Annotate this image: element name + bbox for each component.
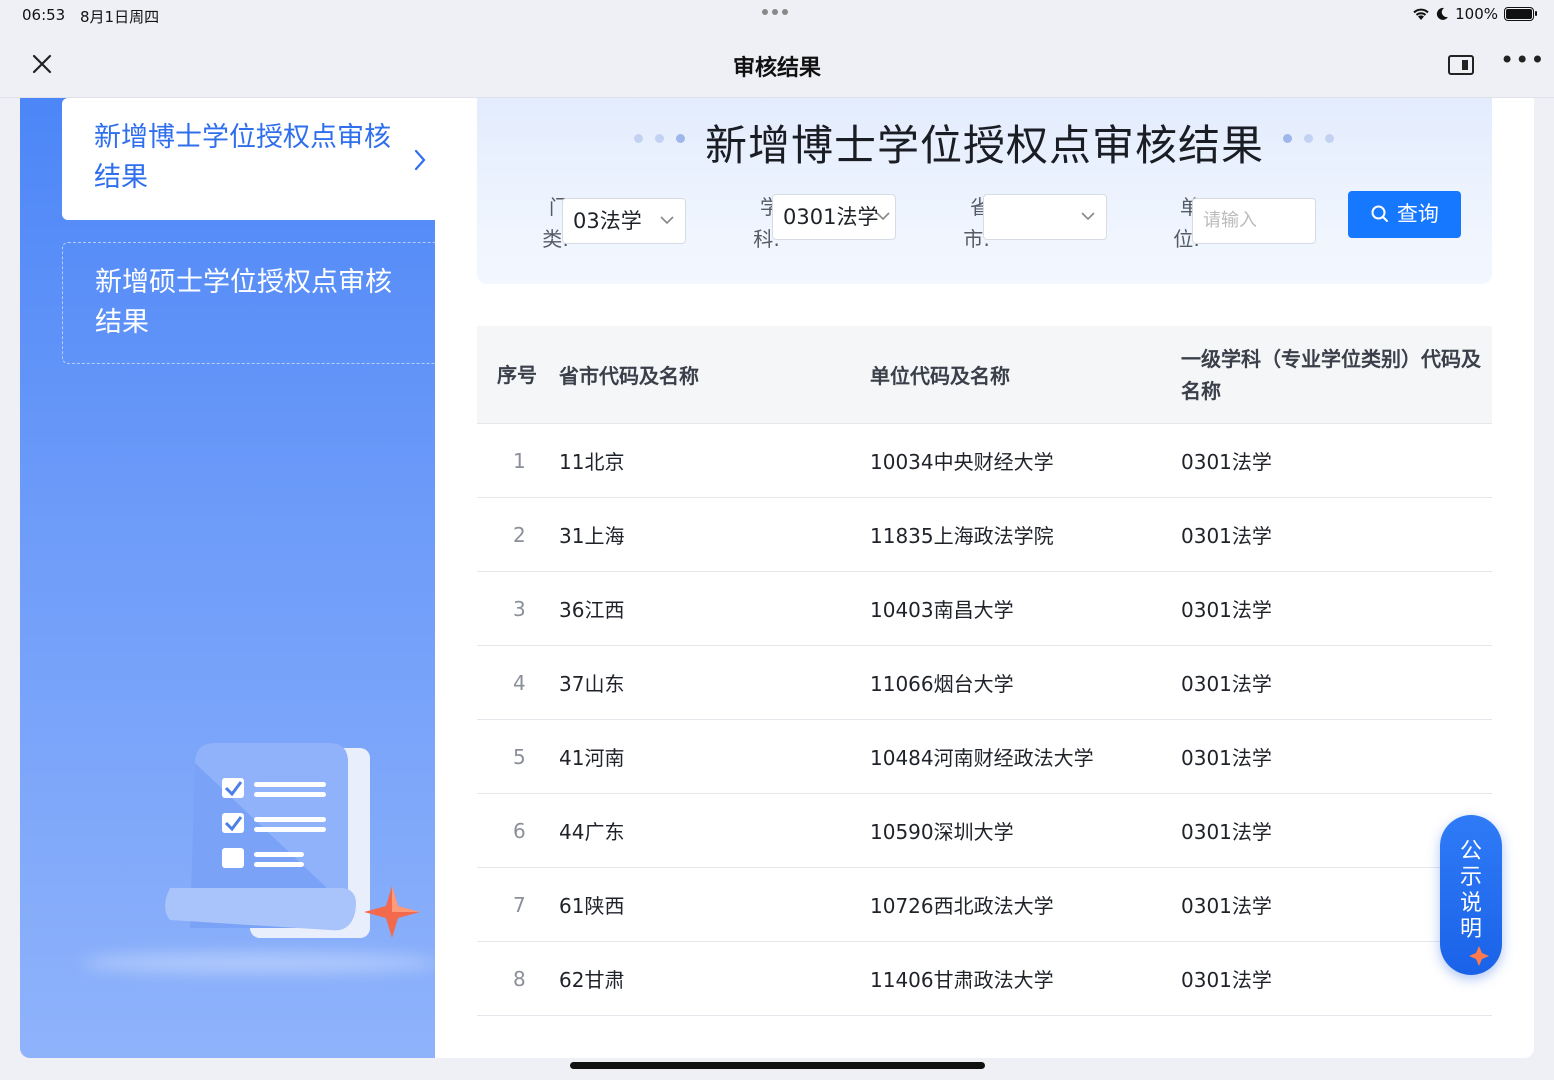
- battery-icon: [1504, 7, 1537, 21]
- title-dots-right: [1283, 134, 1334, 143]
- chevron-down-icon: [1080, 195, 1096, 256]
- province-select[interactable]: [983, 194, 1107, 240]
- header-no: 序号: [497, 362, 537, 387]
- content-area: 新增博士学位授权点审核结果 门 类: 03法学 学 科: 0301法学 省 市:…: [435, 98, 1534, 1058]
- chevron-down-icon: [875, 195, 891, 256]
- table-row: 5 41河南 10484河南财经政法大学 0301法学: [477, 720, 1492, 794]
- subject-select-value: 0301法学: [783, 205, 879, 229]
- table-row: 4 37山东 11066烟台大学 0301法学: [477, 646, 1492, 720]
- cell-province: 37山东: [559, 672, 625, 696]
- table-row: 2 31上海 11835上海政法学院 0301法学: [477, 498, 1492, 572]
- status-time: 06:53: [22, 6, 66, 24]
- subject-select[interactable]: 0301法学: [772, 194, 896, 240]
- table-row: 7 61陕西 10726西北政法大学 0301法学: [477, 868, 1492, 942]
- table-row: 6 44广东 10590深圳大学 0301法学: [477, 794, 1492, 868]
- notice-button-label: 公示说明: [1459, 839, 1482, 942]
- multitasking-dots-icon[interactable]: [762, 9, 788, 15]
- cell-unit: 11835上海政法学院: [870, 524, 1054, 548]
- split-view-icon[interactable]: [1448, 55, 1474, 75]
- chevron-right-icon: [413, 144, 427, 184]
- chevron-down-icon: [659, 199, 675, 260]
- table-row: 3 36江西 10403南昌大学 0301法学: [477, 572, 1492, 646]
- sidebar: 新增博士学位授权点审核结果 新增硕士学位授权点审核结果: [20, 98, 440, 1058]
- panel-title: 新增博士学位授权点审核结果: [704, 121, 1264, 170]
- sidebar-item-label: 新增硕士学位授权点审核结果: [95, 267, 392, 338]
- status-bar: 06:53 8月1日周四 100%: [0, 0, 1554, 32]
- checklist-illustration: [165, 743, 420, 938]
- cell-subject: 0301法学: [1181, 746, 1272, 770]
- cell-unit: 11066烟台大学: [870, 672, 1014, 696]
- header-province: 省市代码及名称: [559, 364, 699, 388]
- cell-no: 5: [513, 744, 526, 769]
- cell-province: 11北京: [559, 450, 625, 474]
- main-page: 新增博士学位授权点审核结果 新增硕士学位授权点审核结果 新增博士学位授权点审核结…: [20, 98, 1534, 1058]
- notice-button[interactable]: 公示说明: [1440, 815, 1502, 975]
- cell-no: 7: [513, 892, 526, 917]
- cell-province: 31上海: [559, 524, 625, 548]
- table-header: 序号 省市代码及名称 单位代码及名称 一级学科（专业学位类别）代码及名称: [477, 326, 1492, 424]
- cell-no: 3: [513, 596, 526, 621]
- page-title: 审核结果: [732, 56, 821, 81]
- sidebar-item-master[interactable]: 新增硕士学位授权点审核结果: [62, 242, 435, 364]
- query-button-label: 查询: [1396, 202, 1439, 226]
- cell-subject: 0301法学: [1181, 524, 1272, 548]
- cell-unit: 10484河南财经政法大学: [870, 746, 1094, 770]
- cell-subject: 0301法学: [1181, 598, 1272, 622]
- home-indicator[interactable]: [570, 1062, 985, 1069]
- cell-unit: 11406甘肃政法大学: [870, 968, 1054, 992]
- cell-no: 4: [513, 670, 526, 695]
- nav-bar: 审核结果 •••: [0, 32, 1554, 98]
- cell-province: 41河南: [559, 746, 625, 770]
- moon-icon: [1436, 7, 1449, 20]
- table-row: 1 11北京 10034中央财经大学 0301法学: [477, 424, 1492, 498]
- category-select[interactable]: 03法学: [562, 198, 686, 244]
- cell-unit: 10590深圳大学: [870, 820, 1014, 844]
- cell-province: 36江西: [559, 598, 625, 622]
- cell-unit: 10034中央财经大学: [870, 450, 1054, 474]
- spark-icon: [1469, 946, 1489, 966]
- cell-no: 1: [513, 448, 526, 473]
- header-unit: 单位代码及名称: [870, 364, 1010, 388]
- header-subject: 一级学科（专业学位类别）代码及名称: [1181, 346, 1481, 403]
- cell-subject: 0301法学: [1181, 968, 1272, 992]
- cell-no: 2: [513, 522, 526, 547]
- cell-province: 44广东: [559, 820, 625, 844]
- search-icon: [1371, 205, 1389, 222]
- battery-percent: 100%: [1455, 5, 1498, 23]
- cell-subject: 0301法学: [1181, 672, 1272, 696]
- cell-unit: 10726西北政法大学: [870, 894, 1054, 918]
- category-select-value: 03法学: [573, 209, 642, 233]
- more-icon[interactable]: •••: [1500, 46, 1545, 74]
- wifi-icon: [1413, 8, 1429, 20]
- cell-no: 8: [513, 966, 526, 991]
- cell-province: 61陕西: [559, 894, 625, 918]
- cell-subject: 0301法学: [1181, 450, 1272, 474]
- table-row: 8 62甘肃 11406甘肃政法大学 0301法学: [477, 942, 1492, 1016]
- sidebar-item-label: 新增博士学位授权点审核结果: [94, 122, 391, 193]
- status-date: 8月1日周四: [80, 8, 160, 26]
- cell-unit: 10403南昌大学: [870, 598, 1014, 622]
- sidebar-item-doctoral[interactable]: 新增博士学位授权点审核结果: [62, 98, 435, 220]
- cell-province: 62甘肃: [559, 968, 625, 992]
- query-button[interactable]: 查询: [1348, 191, 1461, 238]
- results-table: 序号 省市代码及名称 单位代码及名称 一级学科（专业学位类别）代码及名称 1 1…: [477, 326, 1492, 1016]
- filter-panel: 新增博士学位授权点审核结果 门 类: 03法学 学 科: 0301法学 省 市:…: [477, 98, 1492, 284]
- cell-no: 6: [513, 818, 526, 843]
- unit-input[interactable]: 请输入: [1192, 198, 1316, 244]
- status-indicators: 100%: [1412, 5, 1537, 23]
